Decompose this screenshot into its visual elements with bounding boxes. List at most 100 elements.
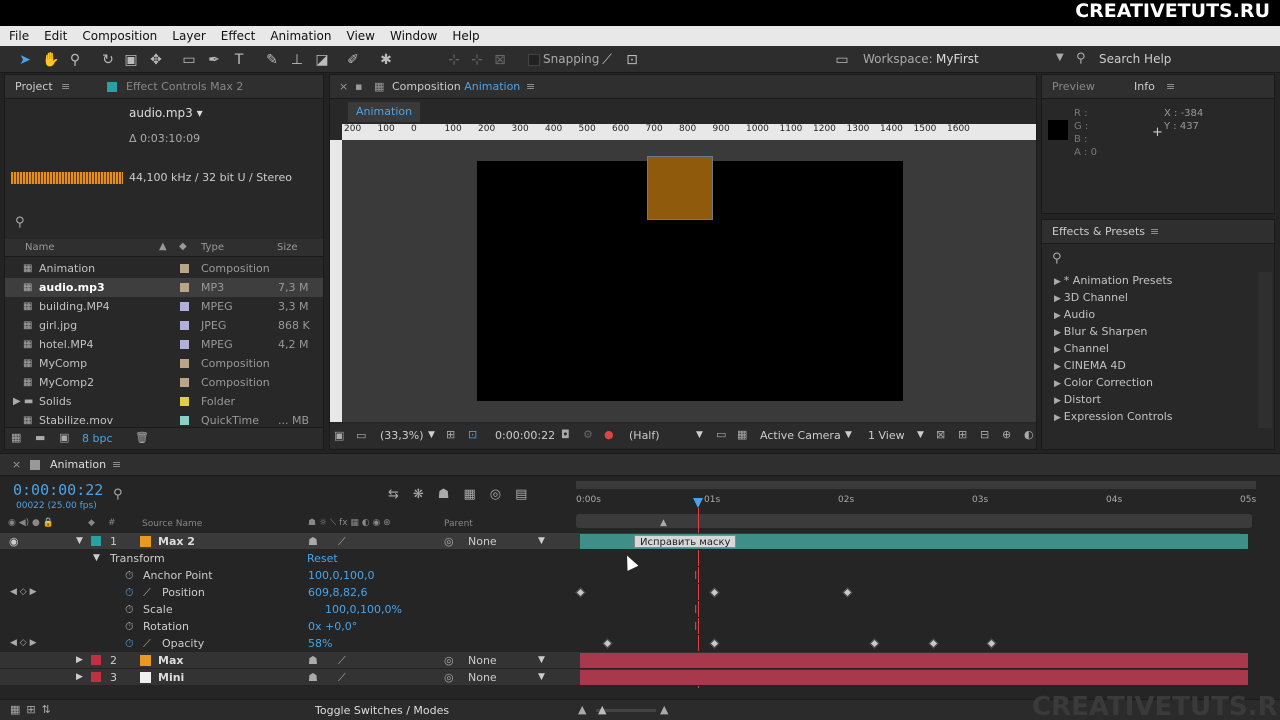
view-layout-dropdown-icon[interactable]: ▼ <box>917 430 924 440</box>
menu-view[interactable]: View <box>338 29 381 43</box>
timeline-search-icon[interactable]: ⚲ <box>113 487 123 502</box>
layer-2-shy-icon[interactable]: ☗ <box>308 652 318 669</box>
layer-2-pickwhip-icon[interactable]: ◎ <box>444 652 454 669</box>
camera-dropdown-icon[interactable]: ▼ <box>845 430 852 440</box>
layer-1-visibility-icon[interactable]: ◉ <box>9 533 19 550</box>
stopwatch-icon[interactable]: ⏱ <box>125 584 134 601</box>
project-search-icon[interactable]: ⚲ <box>15 215 25 230</box>
trash-icon[interactable]: 🗑 <box>135 431 149 444</box>
column-parent[interactable]: Parent <box>444 519 473 529</box>
composition-tab[interactable]: Composition Animation <box>392 75 520 99</box>
layer-2-name[interactable]: Max <box>158 652 183 669</box>
expand-arrow-icon[interactable]: ▶ <box>1054 311 1064 321</box>
workspace-dropdown-icon[interactable]: ▼ <box>1056 52 1064 63</box>
tab-effect-controls[interactable]: Effect Controls Max 2 <box>126 75 243 99</box>
expand-arrow-icon[interactable]: ▶ <box>1054 294 1064 304</box>
interpret-footage-icon[interactable]: ▦ <box>11 431 21 444</box>
transparency-grid-icon[interactable]: ▦ <box>737 428 747 441</box>
menu-layer[interactable]: Layer <box>163 29 211 43</box>
keyframe[interactable] <box>709 638 720 649</box>
property-value[interactable]: 0x +0,0° <box>308 618 357 635</box>
property-value[interactable]: 58% <box>308 635 332 652</box>
clone-stamp-tool-icon[interactable]: ⊥ <box>289 52 305 68</box>
layer-1-expand-icon[interactable]: ▼ <box>76 533 83 550</box>
column-type[interactable]: Type <box>201 242 224 253</box>
layer-2-parent-select[interactable]: None <box>468 652 497 669</box>
work-area-range[interactable] <box>576 514 1252 528</box>
timeline-footer-icons[interactable]: ▦⊞⇅ <box>10 703 57 716</box>
layer-2-quality-icon[interactable]: ⟋ <box>338 652 346 669</box>
project-item[interactable]: ▦ audio.mp3 MP3 7,3 M <box>5 278 323 297</box>
layer-1-label-color[interactable] <box>91 536 101 546</box>
keyframe[interactable] <box>709 587 720 598</box>
keyframe[interactable] <box>602 638 613 649</box>
label-column-icon[interactable]: ◆ <box>179 241 187 252</box>
camera-tool-icon[interactable]: ▣ <box>123 52 139 68</box>
property-row[interactable]: ◀ ◇ ▶ ⏱ ⟋ Opacity 58% <box>0 635 1240 652</box>
layer-3-shy-icon[interactable]: ☗ <box>308 669 318 686</box>
layer-2-parent-dropdown-icon[interactable]: ▼ <box>538 652 545 669</box>
toggle-switches-modes-button[interactable]: Toggle Switches / Modes <box>315 704 449 717</box>
menu-window[interactable]: Window <box>381 29 443 43</box>
layer-row-3[interactable]: ▶ 3 Mini ☗ ⟋ ◎ None ▼ <box>0 669 1248 686</box>
flowchart-icon[interactable]: ⊕ <box>1002 428 1011 441</box>
project-item-label-color[interactable] <box>180 378 189 387</box>
tab-preview[interactable]: Preview <box>1052 75 1095 99</box>
rotate-tool-icon[interactable]: ↻ <box>100 52 116 68</box>
safe-zones-icon[interactable]: ⊞ <box>446 428 455 441</box>
selected-item-name[interactable]: audio.mp3 ▾ <box>129 106 203 120</box>
close-tab-icon[interactable]: × <box>339 75 348 99</box>
project-item-label-color[interactable] <box>180 359 189 368</box>
layer-3-name[interactable]: Mini <box>158 669 184 686</box>
zoom-in-icon[interactable]: ▲ <box>660 703 668 716</box>
project-item[interactable]: ▦ building.MP4 MPEG 3,3 M <box>5 297 323 316</box>
layer-1-shy-icon[interactable]: ☗ <box>308 533 318 550</box>
timeline-icon[interactable]: ⊟ <box>980 428 989 441</box>
transform-expand-icon[interactable]: ▼ <box>93 550 100 567</box>
channel-icon[interactable]: ● <box>604 428 614 441</box>
composition-panel-menu-icon[interactable]: ≡ <box>526 75 535 99</box>
view-layout-select[interactable]: 1 View <box>868 429 905 442</box>
effects-category[interactable]: ▶ Expression Controls <box>1054 408 1173 425</box>
stopwatch-icon[interactable]: ⏱ <box>125 618 134 635</box>
property-row[interactable]: ◀ ◇ ▶ ⏱ ⟋ Position 609,8,82,6 <box>0 584 1240 601</box>
project-item[interactable]: ▶ ▬ Solids Folder <box>5 392 323 411</box>
keyframe-navigator-icon[interactable]: ◀ ◇ ▶ <box>10 584 37 601</box>
layer-3-pickwhip-icon[interactable]: ◎ <box>444 669 454 686</box>
snapping-checkbox[interactable] <box>528 54 540 66</box>
effects-category[interactable]: ▶ Blur & Sharpen <box>1054 323 1147 340</box>
menu-edit[interactable]: Edit <box>35 29 73 43</box>
snap-features-icon[interactable]: ⊡ <box>624 52 640 68</box>
project-item-label-color[interactable] <box>180 397 189 406</box>
graph-icon[interactable]: ⟋ <box>143 584 151 601</box>
camera-select[interactable]: Active Camera <box>760 429 841 442</box>
selection-tool-icon[interactable]: ➤ <box>17 52 33 68</box>
monitor-icon[interactable]: ▭ <box>356 429 366 442</box>
layer-1-name[interactable]: Max 2 <box>158 533 195 550</box>
mask-visibility-icon[interactable]: ⊡ <box>468 428 477 441</box>
new-composition-icon[interactable]: ▣ <box>59 431 69 444</box>
column-source-name[interactable]: Source Name <box>142 519 202 529</box>
panel-menu-icon[interactable]: ≡ <box>61 75 70 99</box>
resolution-dropdown-icon[interactable]: ▼ <box>696 430 703 440</box>
timeline-tab[interactable]: Animation <box>50 458 106 471</box>
snap-edges-icon[interactable]: ⟋ <box>599 52 615 68</box>
property-row[interactable]: ⏱ Rotation 0x +0,0° I <box>0 618 1240 635</box>
stopwatch-icon[interactable]: ⏱ <box>125 635 134 652</box>
menu-effect[interactable]: Effect <box>212 29 262 43</box>
exposure-icon[interactable]: ◐ <box>1024 428 1034 441</box>
keyframe-navigator-icon[interactable]: ◀ ◇ ▶ <box>10 635 37 652</box>
lock-icon[interactable]: ▪ <box>355 75 362 99</box>
effects-search-input[interactable] <box>1068 251 1268 269</box>
composition-subtab[interactable]: Animation <box>348 102 421 122</box>
effects-search-icon[interactable]: ⚲ <box>1052 251 1062 266</box>
menu-animation[interactable]: Animation <box>261 29 337 43</box>
effects-category[interactable]: ▶ * Animation Presets <box>1054 272 1172 289</box>
transform-reset-link[interactable]: Reset <box>307 550 338 567</box>
effects-category[interactable]: ▶ Channel <box>1054 340 1109 357</box>
layer-2-expand-icon[interactable]: ▶ <box>76 652 83 669</box>
property-value[interactable]: 100,0,100,0 <box>308 567 374 584</box>
project-item-label-color[interactable] <box>180 283 189 292</box>
graph-icon[interactable]: ⟋ <box>143 635 151 652</box>
project-item[interactable]: ▦ Animation Composition <box>5 259 323 278</box>
